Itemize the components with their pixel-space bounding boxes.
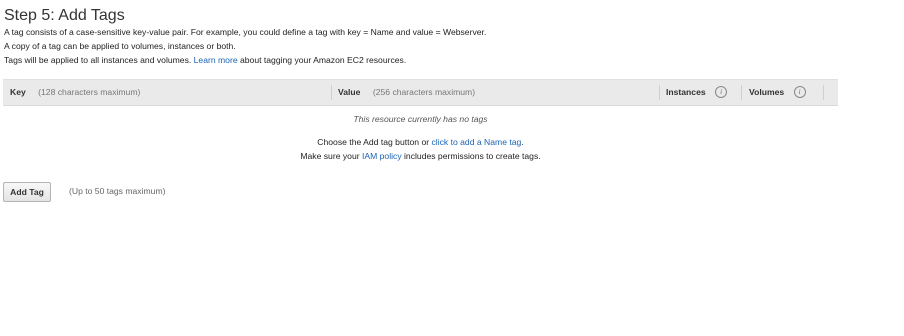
iam-policy-note-suffix: includes permissions to create tags. <box>404 151 541 161</box>
key-column-hint: (128 characters maximum) <box>38 87 141 97</box>
add-tag-instruction-period: . <box>521 137 524 147</box>
iam-policy-note: Make sure your IAM policy includes permi… <box>3 151 838 161</box>
instances-column-label: Instances <box>666 87 706 97</box>
column-divider <box>741 85 742 100</box>
learn-more-link[interactable]: Learn more <box>194 55 238 65</box>
column-header-volumes: Volumes i <box>749 80 806 105</box>
description-line-1: A tag consists of a case-sensitive key-v… <box>4 27 487 37</box>
column-divider <box>659 85 660 100</box>
description-line-2: A copy of a tag can be applied to volume… <box>4 41 236 51</box>
column-header-value: Value (256 characters maximum) <box>338 80 475 105</box>
info-icon[interactable]: i <box>715 85 728 98</box>
key-column-label: Key <box>10 87 26 97</box>
add-tags-page: Step 5: Add Tags A tag consists of a cas… <box>0 0 904 336</box>
iam-policy-note-prefix: Make sure your <box>300 151 360 161</box>
iam-policy-link[interactable]: IAM policy <box>362 151 402 161</box>
add-name-tag-link[interactable]: click to add a Name tag <box>432 137 522 147</box>
description-line-3-suffix: about tagging your Amazon EC2 resources. <box>240 55 407 65</box>
column-divider <box>331 85 332 100</box>
page-description: A tag consists of a case-sensitive key-v… <box>4 25 486 67</box>
add-tag-button[interactable]: Add Tag <box>3 182 51 202</box>
tag-limit-note: (Up to 50 tags maximum) <box>69 186 166 196</box>
volumes-column-label: Volumes <box>749 87 785 97</box>
value-column-hint: (256 characters maximum) <box>372 87 476 97</box>
add-tag-instruction: Choose the Add tag button or click to ad… <box>3 137 838 147</box>
add-tag-instruction-text: Choose the Add tag button or <box>317 137 430 147</box>
column-divider <box>823 85 824 100</box>
no-tags-message: This resource currently has no tags <box>353 114 488 124</box>
info-icon[interactable]: i <box>793 85 806 98</box>
value-column-label: Value <box>338 87 361 97</box>
description-line-3: Tags will be applied to all instances an… <box>4 53 486 67</box>
column-header-key: Key (128 characters maximum) <box>10 80 140 105</box>
column-header-instances: Instances i <box>666 80 728 105</box>
page-title: Step 5: Add Tags <box>4 7 125 24</box>
tags-table-header: Key (128 characters maximum) Value (256 … <box>3 79 838 106</box>
description-line-3-text: Tags will be applied to all instances an… <box>4 55 192 65</box>
